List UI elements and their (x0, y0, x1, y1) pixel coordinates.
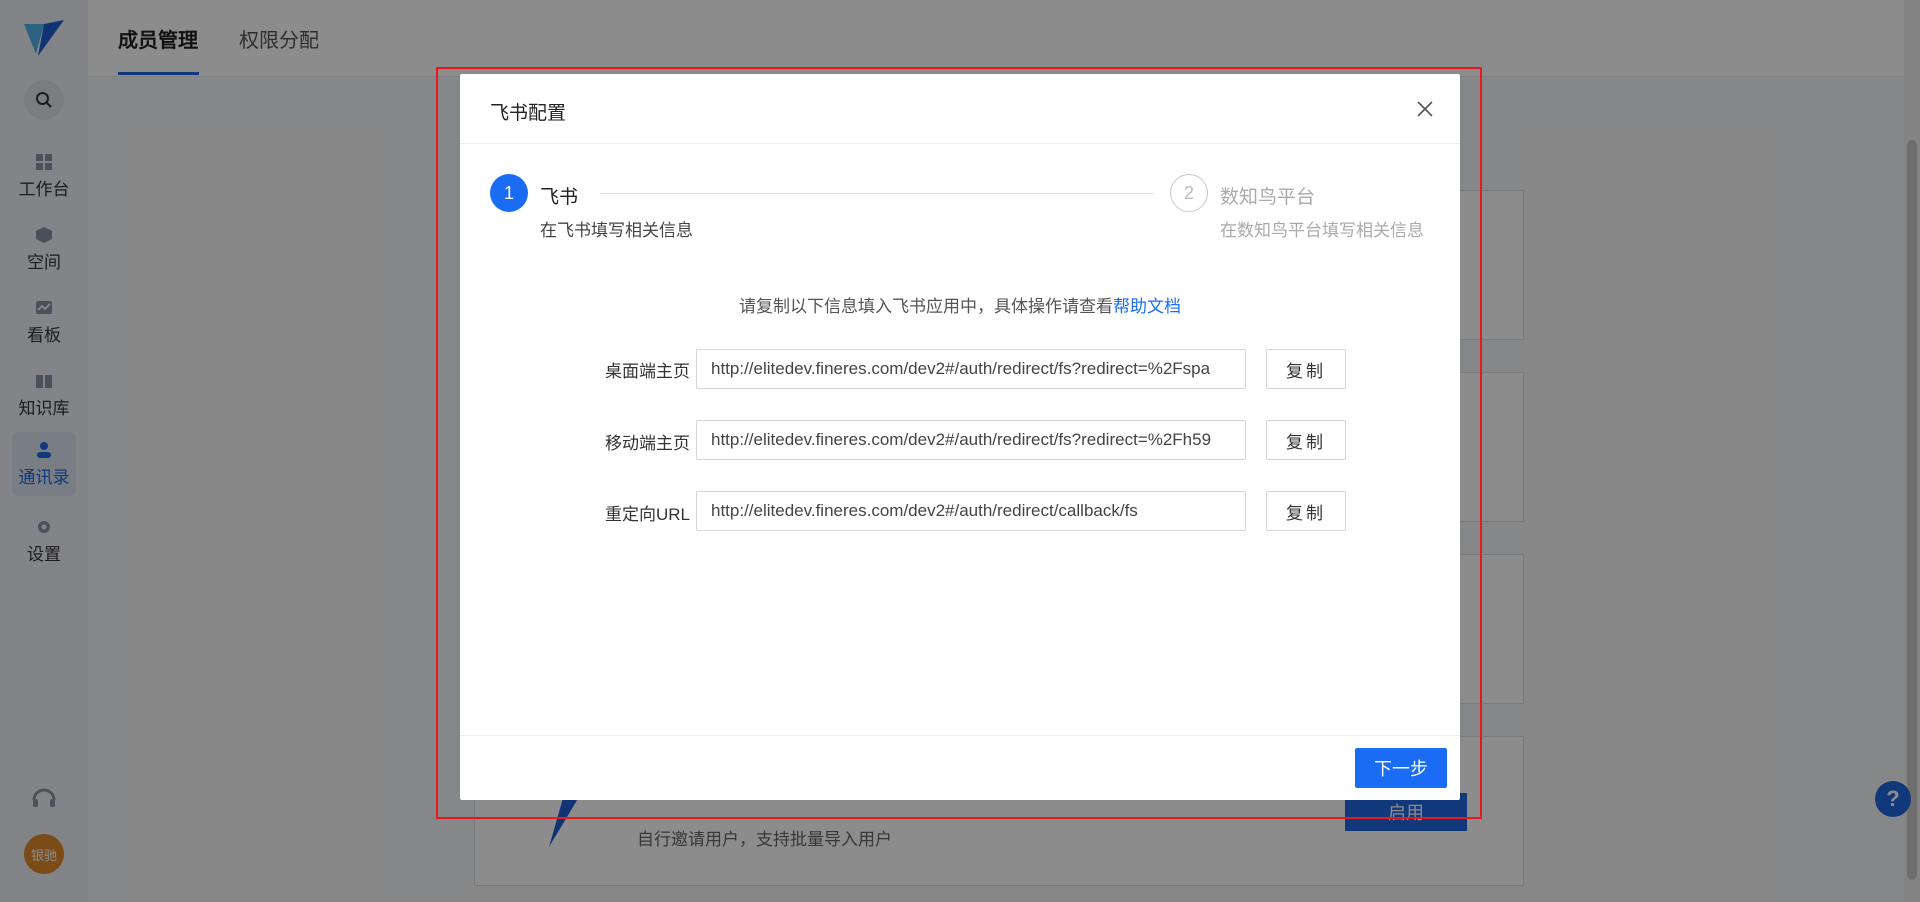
highlight-frame (436, 67, 1482, 819)
